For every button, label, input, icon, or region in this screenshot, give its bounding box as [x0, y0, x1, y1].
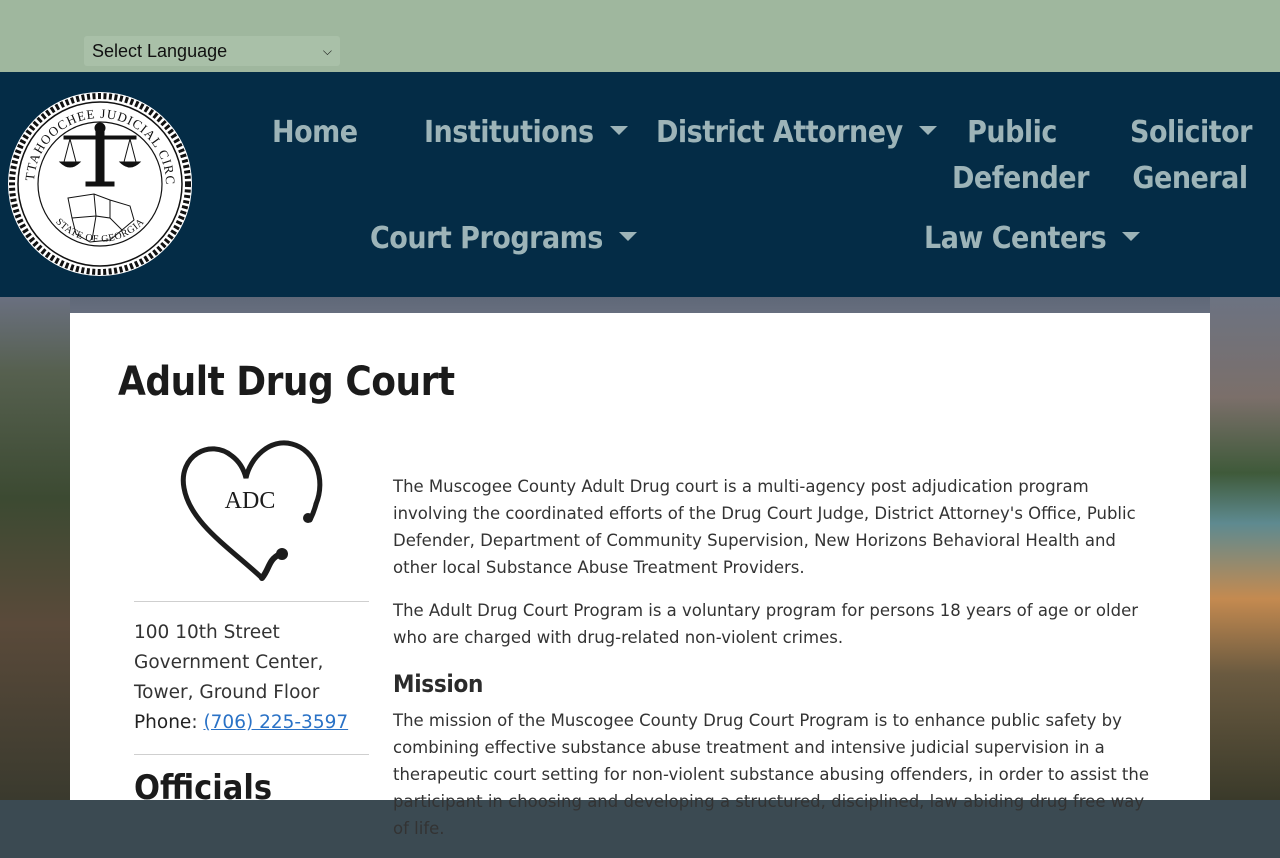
caret-down-icon	[1122, 232, 1141, 241]
program-description: The Muscogee County Adult Drug court is …	[393, 473, 1153, 858]
nav-solicitor-general-line1: Solicitor	[1130, 115, 1252, 150]
eligibility-paragraph: The Adult Drug Court Program is a volunt…	[393, 601, 1139, 647]
phone-label: Phone	[134, 712, 192, 733]
nav-institutions[interactable]: Institutions	[424, 110, 628, 156]
nav-institutions-label: Institutions	[424, 115, 594, 150]
caret-down-icon	[918, 126, 937, 135]
mission-paragraph: The mission of the Muscogee County Drug …	[393, 711, 1150, 838]
top-bar: Select Language ⌵	[0, 0, 1280, 72]
site-header: CHATTAHOOCHEE JUDICIAL CIRCUIT STATE OF …	[0, 72, 1280, 297]
nav-solicitor-general-line2: General	[1132, 161, 1248, 196]
phone-row: Phone: (706) 225-3597	[134, 712, 349, 733]
nav-public-defender-line2: Defender	[952, 161, 1089, 196]
address-line1: 100 10th Street	[134, 622, 280, 643]
address-block: 100 10th Street Government Center, Tower…	[134, 618, 374, 738]
nav-solicitor-general[interactable]: Solicitor General	[1130, 110, 1252, 202]
divider	[134, 601, 369, 602]
nav-court-programs-label: Court Programs	[370, 221, 603, 256]
nav-law-centers-label: Law Centers	[924, 221, 1107, 256]
nav-district-attorney-label: District Attorney	[656, 115, 903, 150]
nav-public-defender-line1: Public	[967, 115, 1057, 150]
background-photo-left-edge	[0, 297, 70, 800]
circuit-seal-logo[interactable]: CHATTAHOOCHEE JUDICIAL CIRCUIT STATE OF …	[6, 90, 194, 278]
background-photo-right-edge	[1210, 297, 1280, 800]
mission-heading: Mission	[393, 670, 484, 698]
nav-law-centers[interactable]: Law Centers	[924, 216, 1141, 262]
nav-public-defender[interactable]: Public Defender	[952, 110, 1089, 202]
intro-paragraph: The Muscogee County Adult Drug court is …	[393, 477, 1136, 577]
address-line2: Government Center,	[134, 652, 324, 673]
caret-down-icon	[618, 232, 637, 241]
language-select[interactable]: Select Language ⌵	[84, 36, 340, 66]
nav-court-programs[interactable]: Court Programs	[370, 216, 637, 262]
phone-link[interactable]: (706) 225-3597	[203, 712, 348, 733]
officials-heading: Officials	[134, 768, 273, 808]
nav-home[interactable]: Home	[272, 110, 358, 156]
page-title: Adult Drug Court	[118, 359, 455, 405]
caret-down-icon	[609, 126, 628, 135]
nav-district-attorney[interactable]: District Attorney	[656, 110, 937, 156]
content-card: Adult Drug Court ADC 100 10th Street Gov…	[70, 313, 1210, 838]
language-select-value: Select Language	[92, 40, 228, 61]
chevron-down-icon: ⌵	[322, 43, 332, 58]
adc-logo-text: ADC	[225, 488, 276, 514]
adc-heart-logo: ADC	[180, 440, 323, 581]
address-line3: Tower, Ground Floor	[134, 682, 320, 703]
divider	[134, 754, 369, 755]
